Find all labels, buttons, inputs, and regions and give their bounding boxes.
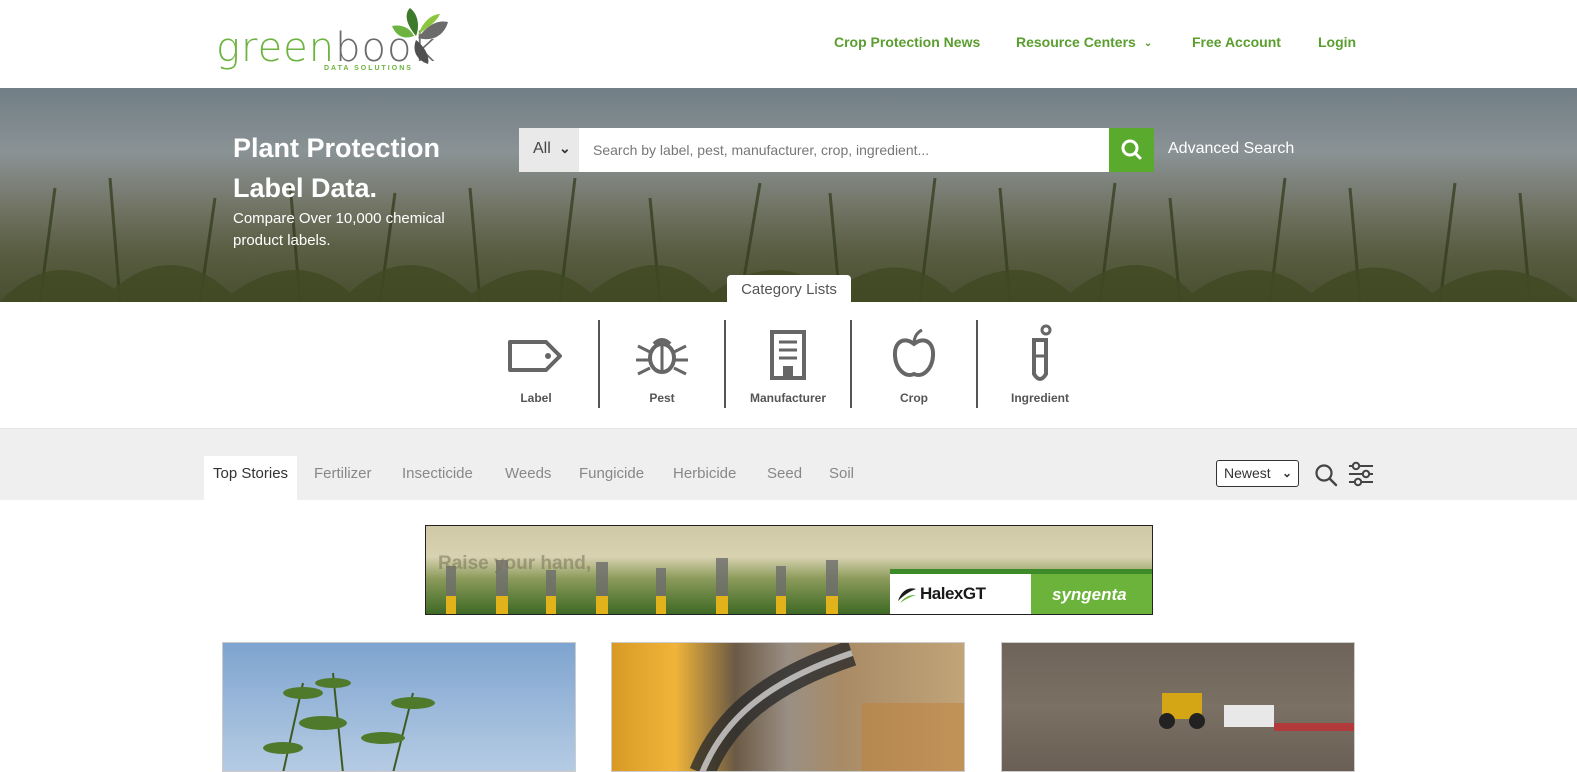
category-crop[interactable]: Crop: [851, 302, 977, 429]
hero-title: Plant Protection Label Data.: [233, 133, 441, 203]
category-manufacturer[interactable]: Manufacturer: [725, 302, 851, 429]
story-card[interactable]: [222, 642, 576, 772]
hero-subtitle: Compare Over 10,000 chemical product lab…: [233, 210, 445, 249]
search-bar: All ⌄: [519, 128, 1154, 172]
search-button[interactable]: [1109, 128, 1154, 172]
chevron-down-icon: ⌄: [1281, 466, 1292, 480]
tab-insecticide[interactable]: Insecticide: [402, 456, 473, 500]
story-card[interactable]: [1001, 642, 1355, 772]
building-icon: [770, 330, 806, 380]
advanced-search-link[interactable]: Advanced Search: [1168, 140, 1294, 158]
test-tube-icon: [1032, 324, 1052, 381]
syngenta-logo: syngenta: [1031, 574, 1152, 614]
ad-headline: Raise your hand,: [438, 553, 592, 574]
search-scope-select[interactable]: All ⌄: [519, 128, 579, 172]
halex-leaf-icon: [898, 588, 916, 603]
chevron-down-icon: ⌄: [559, 140, 571, 156]
category-ingredient[interactable]: Ingredient: [977, 302, 1103, 429]
chevron-down-icon: ⌄: [1143, 37, 1153, 49]
story-image: [689, 643, 964, 771]
site-header: greenbook DATA SOLUTIONS Crop Protection…: [0, 0, 1577, 88]
tab-top-stories[interactable]: Top Stories: [204, 456, 298, 500]
halex-gt-logo: HalexGT: [890, 574, 1031, 614]
nav-resource-centers-label: Resource Centers: [1016, 34, 1136, 50]
hero-banner: Plant Protection Label Data. Compare Ove…: [0, 88, 1577, 302]
category-lists-tab: Category Lists: [727, 275, 851, 303]
sort-value: Newest: [1224, 465, 1271, 481]
nav-login[interactable]: Login: [1318, 34, 1356, 50]
nav-crop-protection-news[interactable]: Crop Protection News: [834, 34, 980, 50]
story-filter-bar: Top Stories Fertilizer Insecticide Weeds…: [0, 429, 1577, 500]
filter-sliders-icon[interactable]: [1347, 460, 1375, 488]
logo-subtitle: DATA SOLUTIONS: [324, 65, 413, 72]
tab-seed[interactable]: Seed: [767, 456, 802, 500]
tab-soil[interactable]: Soil: [829, 456, 854, 500]
story-card[interactable]: [611, 642, 965, 772]
nav-free-account[interactable]: Free Account: [1192, 34, 1281, 50]
category-pest[interactable]: Pest: [599, 302, 725, 429]
tab-fungicide[interactable]: Fungicide: [579, 456, 644, 500]
nav-resource-centers[interactable]: Resource Centers ⌄: [1016, 34, 1152, 50]
leaves-icon: [392, 8, 448, 64]
apple-icon: [892, 328, 936, 377]
bug-icon: [636, 338, 688, 376]
tag-icon: [508, 340, 562, 372]
ad-banner[interactable]: Raise your hand, HalexGT syngenta: [425, 525, 1153, 615]
story-image: [1159, 693, 1354, 731]
tab-herbicide[interactable]: Herbicide: [673, 456, 736, 500]
sort-select[interactable]: Newest ⌄: [1216, 460, 1299, 487]
search-icon: [1121, 139, 1142, 160]
greenbook-logo[interactable]: greenbook DATA SOLUTIONS: [216, 8, 456, 78]
search-icon[interactable]: [1313, 462, 1339, 488]
category-label[interactable]: Label: [473, 302, 599, 429]
search-scope-value: All: [533, 140, 551, 157]
tab-fertilizer[interactable]: Fertilizer: [314, 456, 372, 500]
tab-weeds[interactable]: Weeds: [505, 456, 551, 500]
story-image: [263, 672, 435, 771]
category-lists: Label Pest Manufacturer Crop Ingredient: [0, 302, 1577, 429]
search-input[interactable]: [579, 128, 1109, 172]
